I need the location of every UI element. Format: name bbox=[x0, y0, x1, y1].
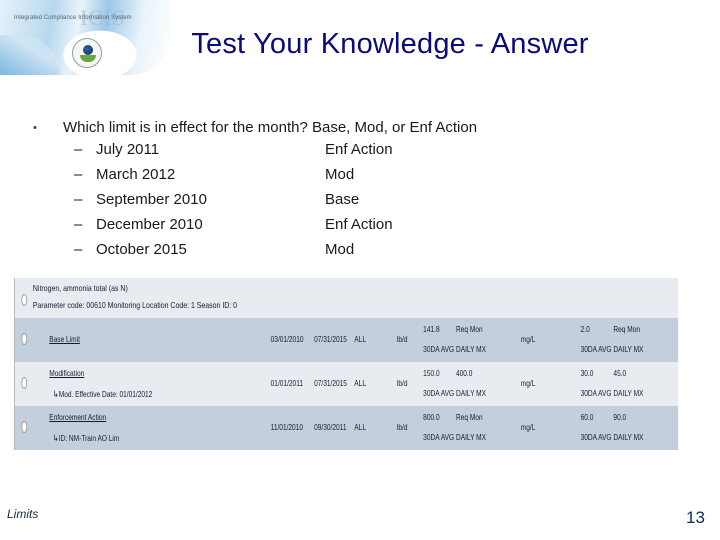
question-text: Which limit is in effect for the month? … bbox=[63, 119, 478, 136]
page-number: 13 bbox=[686, 508, 705, 527]
conc2-value: 90.0 bbox=[613, 413, 627, 422]
parameter-info: Parameter code: 00610 Monitoring Locatio… bbox=[32, 300, 238, 310]
qty2-stat: DAILY MX bbox=[455, 389, 486, 398]
bullet-icon: • bbox=[33, 122, 37, 134]
qty2-stat: DAILY MX bbox=[455, 345, 486, 354]
limit-sub-text: ID: NM-Train AO Lim bbox=[58, 434, 120, 443]
conc2-stat: DAILY MX bbox=[613, 389, 644, 398]
conc1-value: 2.0 bbox=[580, 325, 590, 334]
concentration-unit: mg/L bbox=[520, 335, 536, 344]
qty2-stat: DAILY MX bbox=[455, 433, 486, 442]
answer-month: October 2015 bbox=[96, 241, 187, 258]
conc1-stat: 30DA AVG bbox=[580, 389, 612, 398]
qty1-stat: 30DA AVG bbox=[423, 389, 455, 398]
limit-sub-info: ↳Mod. Effective Date: 01/01/2012 bbox=[53, 389, 153, 400]
conc1-value: 60.0 bbox=[580, 413, 594, 422]
answer-value: Base bbox=[325, 191, 360, 208]
qty1-value: 800.0 bbox=[423, 413, 440, 422]
end-date: 07/31/2015 bbox=[314, 379, 347, 388]
parameter-radio[interactable] bbox=[21, 294, 28, 306]
answer-month: December 2010 bbox=[96, 216, 203, 233]
table-row: Base Limit 03/01/2010 07/31/2015 ALL lb/… bbox=[14, 318, 679, 362]
dash-icon: – bbox=[74, 141, 83, 158]
parameter-name: Nitrogen, ammonia total (as N) bbox=[32, 283, 128, 293]
dash-icon: – bbox=[74, 241, 83, 258]
row-radio[interactable] bbox=[21, 377, 28, 389]
quantity-unit: lb/d bbox=[396, 335, 408, 344]
quantity-unit: lb/d bbox=[396, 379, 408, 388]
qty2-value: 400.0 bbox=[455, 369, 473, 378]
concentration-unit: mg/L bbox=[520, 423, 536, 432]
answer-item: – December 2010 Enf Action bbox=[30, 215, 630, 240]
season: ALL bbox=[354, 423, 366, 432]
conc1-stat: 30DA AVG bbox=[580, 433, 612, 442]
globe-icon bbox=[83, 45, 93, 55]
season: ALL bbox=[354, 379, 366, 388]
qty1-value: 141.8 bbox=[423, 325, 440, 334]
table-row: Enforcement Action ↳ID: NM-Train AO Lim … bbox=[14, 406, 679, 450]
season: ALL bbox=[354, 335, 366, 344]
answer-value: Enf Action bbox=[325, 141, 393, 158]
conc2-stat: DAILY MX bbox=[613, 345, 644, 354]
limit-sub-text: Mod. Effective Date: 01/01/2012 bbox=[58, 390, 153, 399]
end-date: 09/30/2011 bbox=[314, 423, 347, 432]
dash-icon: – bbox=[74, 216, 83, 233]
qty1-stat: 30DA AVG bbox=[423, 433, 455, 442]
parameter-header: Nitrogen, ammonia total (as N) Parameter… bbox=[14, 278, 679, 318]
limits-table: Nitrogen, ammonia total (as N) Parameter… bbox=[14, 278, 679, 450]
qty1-value: 150.0 bbox=[423, 369, 440, 378]
dash-icon: – bbox=[74, 166, 83, 183]
conc2-value: 45.0 bbox=[613, 369, 627, 378]
answer-item: – October 2015 Mod bbox=[30, 240, 630, 265]
dash-icon: – bbox=[74, 191, 83, 208]
answer-item: – July 2011 Enf Action bbox=[30, 140, 630, 165]
concentration-unit: mg/L bbox=[520, 379, 536, 388]
row-radio[interactable] bbox=[21, 421, 28, 433]
start-date: 01/01/2011 bbox=[270, 379, 304, 388]
row-radio[interactable] bbox=[21, 333, 28, 345]
end-date: 07/31/2015 bbox=[314, 335, 347, 344]
slide-title: Test Your Knowledge - Answer bbox=[191, 28, 589, 60]
answer-list: – July 2011 Enf Action – March 2012 Mod … bbox=[30, 140, 630, 265]
limit-type-link[interactable]: Base Limit bbox=[49, 335, 80, 344]
qty2-value: Req Mon bbox=[455, 413, 483, 422]
limit-type-link[interactable]: Enforcement Action bbox=[49, 413, 106, 422]
limit-type-link[interactable]: Modification bbox=[49, 369, 84, 378]
qty1-stat: 30DA AVG bbox=[423, 345, 455, 354]
conc1-value: 30.0 bbox=[580, 369, 594, 378]
quantity-unit: lb/d bbox=[396, 423, 408, 432]
start-date: 03/01/2010 bbox=[270, 335, 304, 344]
answer-month: July 2011 bbox=[96, 141, 160, 158]
answer-value: Mod bbox=[325, 166, 355, 183]
answer-item: – March 2012 Mod bbox=[30, 165, 630, 190]
limit-sub-info: ↳ID: NM-Train AO Lim bbox=[53, 433, 120, 444]
answer-month: March 2012 bbox=[96, 166, 176, 183]
footer-section-label: Limits bbox=[7, 507, 39, 521]
system-name: Integrated Compliance Information System bbox=[14, 15, 132, 21]
qty2-value: Req Mon bbox=[455, 325, 483, 334]
answer-value: Mod bbox=[325, 241, 355, 258]
answer-item: – September 2010 Base bbox=[30, 190, 630, 215]
start-date: 11/01/2010 bbox=[270, 423, 304, 432]
conc2-stat: DAILY MX bbox=[613, 433, 644, 442]
answer-month: September 2010 bbox=[96, 191, 207, 208]
conc1-stat: 30DA AVG bbox=[580, 345, 612, 354]
leaves-icon bbox=[80, 55, 96, 62]
answer-value: Enf Action bbox=[325, 216, 393, 233]
conc2-value: Req Mon bbox=[613, 325, 641, 334]
epa-seal-icon bbox=[72, 38, 102, 68]
table-row: Modification ↳Mod. Effective Date: 01/01… bbox=[14, 362, 679, 406]
